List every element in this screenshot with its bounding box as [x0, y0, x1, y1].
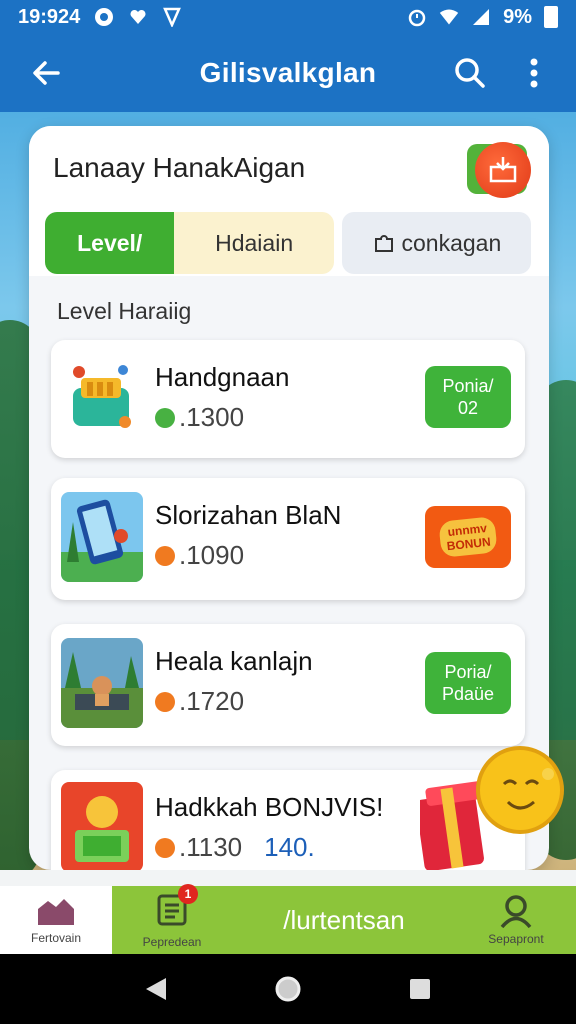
tab-level[interactable]: Level/ [45, 212, 175, 274]
list-item[interactable]: Heala kanlajn .1720 Poria/ Pdaüe [51, 624, 525, 746]
gear-icon [155, 407, 175, 428]
card-action-button[interactable]: Poria/ Pdaüe [425, 652, 511, 714]
heart-icon [128, 7, 148, 27]
card-points: .1130 [179, 832, 243, 862]
shield-icon [162, 7, 182, 27]
notification-badge: 1 [178, 883, 198, 904]
tab-bar: Level/ Hdaiain conkagan [45, 212, 531, 274]
battery-icon [544, 6, 558, 28]
search-button[interactable] [450, 53, 490, 93]
card-extra-value: 140. [264, 832, 315, 862]
arrow-back-icon [33, 61, 60, 85]
profile-icon [500, 895, 532, 928]
gift-badge-button[interactable] [467, 142, 531, 198]
triangle-back-icon [146, 978, 166, 1000]
app-bar: Gilisvalkglan [0, 34, 576, 112]
card-points: .1090 [179, 540, 245, 570]
nav-tasks-label: Pepredean [142, 934, 202, 949]
puzzle-icon [374, 235, 393, 252]
bonus-label: unnmv BONUN [438, 516, 498, 558]
more-options-button[interactable] [514, 53, 554, 93]
tab-conkagan[interactable]: conkagan [341, 212, 531, 274]
notification-icon [94, 7, 114, 27]
system-recents-button[interactable] [400, 969, 440, 1009]
tab-conkagan-label: conkagan [401, 229, 502, 256]
card-points-row: .1720 [155, 686, 244, 717]
nav-tasks-icon-wrap: 1 [156, 883, 198, 931]
card-points-row: .1300 [155, 402, 244, 433]
card-thumbnail [61, 356, 143, 442]
card-title: Slorizahan BlaN [155, 500, 342, 530]
panel-header: Lanaay HanakAigan Level/ Hdaiain conkaga… [29, 126, 549, 276]
card-thumbnail [61, 782, 143, 870]
card-action-line1: Ponia/ [442, 376, 494, 396]
wifi-icon [439, 7, 459, 27]
tab-hdaiain[interactable]: Hdaiain [174, 212, 334, 274]
circle-home-icon [275, 976, 301, 1002]
card-thumbnail [61, 492, 143, 582]
card-title: Handgnaan [155, 362, 290, 392]
panel-title: Lanaay HanakAigan [53, 152, 306, 183]
card-points: .1720 [179, 686, 245, 716]
bonus-button[interactable]: unnmv BONUN [425, 506, 511, 568]
back-button[interactable] [22, 49, 70, 97]
status-bar: 19:924 9% [0, 0, 576, 34]
status-time: 19:924 [18, 5, 81, 28]
card-title: Heala kanlajn [155, 646, 313, 676]
more-vertical-icon [530, 58, 538, 88]
nav-profile-label: Sepapront [488, 932, 544, 946]
card-title: Hadkkah BONJVIS! [155, 792, 384, 822]
home-icon [38, 899, 74, 925]
battery-percent: 9% [503, 5, 532, 28]
signal-icon [471, 7, 491, 27]
card-action-line1: Poria/ [444, 662, 492, 682]
card-points-row: .1130 140. [155, 832, 315, 863]
alarm-icon [407, 7, 427, 27]
card-action-line2: 02 [457, 398, 479, 418]
nav-home[interactable]: Fertovain [0, 886, 112, 954]
system-nav-bar [0, 954, 576, 1024]
card-action-button[interactable]: Ponia/ 02 [425, 366, 511, 428]
nav-profile[interactable]: Sepapront [456, 886, 576, 954]
gear-icon [155, 837, 175, 858]
section-label: Level Haraiig [57, 298, 192, 324]
nav-home-label: Fertovain [30, 931, 82, 945]
gear-icon [155, 691, 175, 712]
list-item[interactable]: Slorizahan BlaN .1090 unnmv BONUN [51, 478, 525, 600]
nav-divider [0, 870, 576, 886]
square-recents-icon [410, 979, 430, 999]
search-icon [455, 58, 485, 88]
card-points: .1300 [179, 402, 245, 432]
card-points-row: .1090 [155, 540, 244, 571]
system-home-button[interactable] [268, 969, 308, 1009]
system-back-button[interactable] [136, 969, 176, 1009]
nav-center-action[interactable]: /lurtentsan [232, 886, 456, 954]
gear-icon [155, 545, 175, 566]
gift-icon [475, 142, 531, 198]
nav-tasks[interactable]: 1 Pepredean [112, 883, 232, 954]
card-thumbnail [61, 638, 143, 728]
bottom-nav: Fertovain 1 Pepredean /lurtentsan Sepapr… [0, 883, 576, 954]
card-action-line2: Pdaüe [441, 684, 495, 704]
list-item[interactable]: Handgnaan .1300 Ponia/ 02 [51, 340, 525, 458]
coin-mascot [416, 744, 570, 874]
